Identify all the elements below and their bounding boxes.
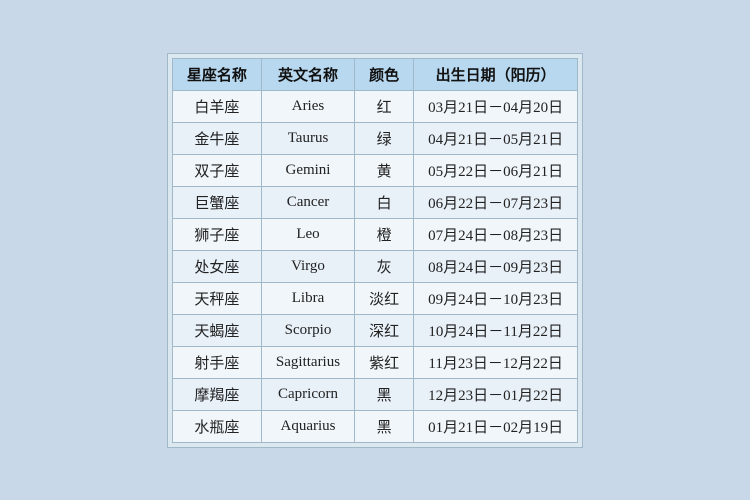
cell-date: 03月21日－04月20日 <box>414 90 578 122</box>
table-row: 射手座Sagittarius紫红11月23日－12月22日 <box>172 346 577 378</box>
cell-date: 12月23日－01月22日 <box>414 378 578 410</box>
cell-date: 01月21日－02月19日 <box>414 410 578 442</box>
cell-chinese-name: 摩羯座 <box>172 378 261 410</box>
cell-date: 10月24日－11月22日 <box>414 314 578 346</box>
table-row: 巨蟹座Cancer白06月22日－07月23日 <box>172 186 577 218</box>
cell-english-name: Cancer <box>261 186 354 218</box>
cell-chinese-name: 狮子座 <box>172 218 261 250</box>
cell-english-name: Libra <box>261 282 354 314</box>
table-row: 白羊座Aries红03月21日－04月20日 <box>172 90 577 122</box>
cell-chinese-name: 巨蟹座 <box>172 186 261 218</box>
cell-chinese-name: 处女座 <box>172 250 261 282</box>
cell-color: 紫红 <box>355 346 414 378</box>
cell-date: 06月22日－07月23日 <box>414 186 578 218</box>
cell-english-name: Taurus <box>261 122 354 154</box>
cell-english-name: Capricorn <box>261 378 354 410</box>
zodiac-table: 星座名称 英文名称 颜色 出生日期（阳历） 白羊座Aries红03月21日－04… <box>172 58 578 443</box>
cell-english-name: Leo <box>261 218 354 250</box>
table-row: 双子座Gemini黄05月22日－06月21日 <box>172 154 577 186</box>
cell-color: 黑 <box>355 410 414 442</box>
cell-chinese-name: 双子座 <box>172 154 261 186</box>
cell-date: 07月24日－08月23日 <box>414 218 578 250</box>
cell-chinese-name: 天秤座 <box>172 282 261 314</box>
cell-date: 05月22日－06月21日 <box>414 154 578 186</box>
cell-english-name: Virgo <box>261 250 354 282</box>
cell-color: 灰 <box>355 250 414 282</box>
cell-chinese-name: 白羊座 <box>172 90 261 122</box>
cell-color: 黑 <box>355 378 414 410</box>
cell-color: 红 <box>355 90 414 122</box>
header-english-name: 英文名称 <box>261 58 354 90</box>
table-row: 狮子座Leo橙07月24日－08月23日 <box>172 218 577 250</box>
zodiac-table-container: 星座名称 英文名称 颜色 出生日期（阳历） 白羊座Aries红03月21日－04… <box>167 53 583 448</box>
cell-color: 黄 <box>355 154 414 186</box>
cell-color: 绿 <box>355 122 414 154</box>
cell-chinese-name: 金牛座 <box>172 122 261 154</box>
cell-chinese-name: 射手座 <box>172 346 261 378</box>
table-row: 摩羯座Capricorn黑12月23日－01月22日 <box>172 378 577 410</box>
table-row: 天秤座Libra淡红09月24日－10月23日 <box>172 282 577 314</box>
cell-english-name: Gemini <box>261 154 354 186</box>
cell-color: 淡红 <box>355 282 414 314</box>
cell-color: 深红 <box>355 314 414 346</box>
cell-color: 白 <box>355 186 414 218</box>
cell-date: 11月23日－12月22日 <box>414 346 578 378</box>
cell-color: 橙 <box>355 218 414 250</box>
table-header-row: 星座名称 英文名称 颜色 出生日期（阳历） <box>172 58 577 90</box>
cell-chinese-name: 天蝎座 <box>172 314 261 346</box>
table-row: 金牛座Taurus绿04月21日－05月21日 <box>172 122 577 154</box>
cell-date: 09月24日－10月23日 <box>414 282 578 314</box>
cell-english-name: Scorpio <box>261 314 354 346</box>
table-row: 天蝎座Scorpio深红10月24日－11月22日 <box>172 314 577 346</box>
header-color: 颜色 <box>355 58 414 90</box>
cell-english-name: Aquarius <box>261 410 354 442</box>
cell-chinese-name: 水瓶座 <box>172 410 261 442</box>
cell-english-name: Sagittarius <box>261 346 354 378</box>
header-chinese-name: 星座名称 <box>172 58 261 90</box>
cell-date: 08月24日－09月23日 <box>414 250 578 282</box>
cell-english-name: Aries <box>261 90 354 122</box>
table-row: 水瓶座Aquarius黑01月21日－02月19日 <box>172 410 577 442</box>
table-row: 处女座Virgo灰08月24日－09月23日 <box>172 250 577 282</box>
cell-date: 04月21日－05月21日 <box>414 122 578 154</box>
header-date: 出生日期（阳历） <box>414 58 578 90</box>
